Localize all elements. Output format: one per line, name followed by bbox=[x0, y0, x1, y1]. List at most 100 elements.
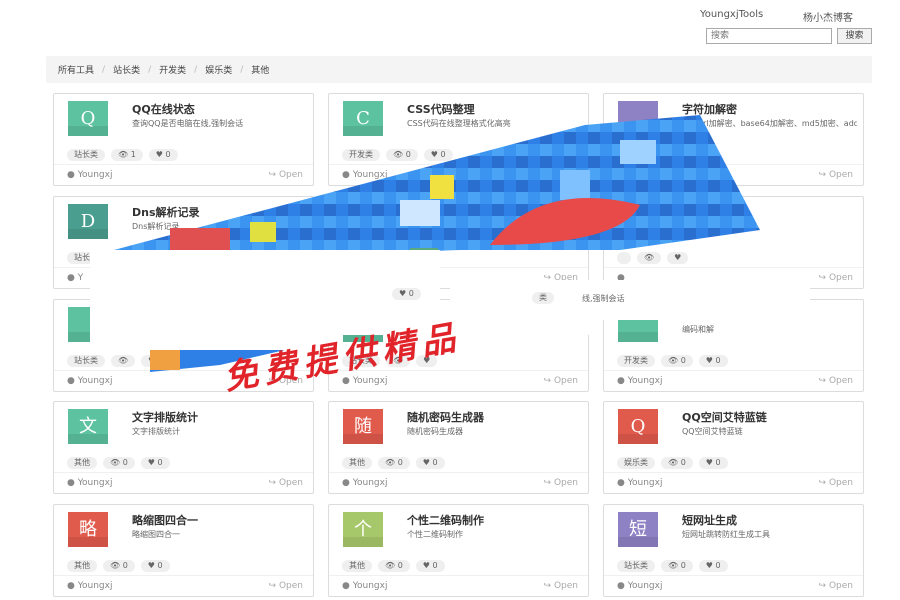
open-link[interactable]: ↪ Open bbox=[544, 376, 578, 386]
likes-pill[interactable]: ♥ 0 bbox=[698, 457, 728, 469]
category-badge[interactable]: 站长类 bbox=[67, 149, 105, 161]
category-badge[interactable]: 站长类 bbox=[342, 355, 380, 367]
tool-card[interactable]: Q QQ空间艾特蓝链 QQ空间艾特蓝链 娱乐类 👁 0 ♥ 0 ● Youngxj ↪ Ope… bbox=[603, 401, 864, 494]
likes-pill[interactable]: ♥ 0 bbox=[392, 252, 421, 264]
open-link[interactable]: ↪ Open bbox=[269, 170, 303, 180]
category-badge[interactable] bbox=[617, 149, 631, 161]
open-label: Open bbox=[278, 170, 303, 180]
tool-card[interactable]: 随随机密码生成器 随机密码生成器 其他 👁 0 ♥ 0 ● Youngxj ↪ Open bbox=[328, 401, 589, 494]
open-label: Open bbox=[553, 170, 578, 180]
tool-title[interactable]: CSS代码整理 bbox=[407, 101, 475, 117]
category-badge[interactable]: 站长类 bbox=[617, 560, 655, 572]
category-badge[interactable]: 站长类 bbox=[67, 355, 105, 367]
tool-title[interactable]: 个性二维码制作 bbox=[407, 512, 484, 528]
tool-card[interactable]: 👁 ♥ ● ↪ Open bbox=[603, 196, 864, 289]
nav-entertainment[interactable]: 娱乐类 bbox=[205, 63, 232, 76]
views-pill: 👁 bbox=[362, 252, 387, 264]
likes-pill[interactable]: ♥ 0 bbox=[667, 149, 696, 161]
tool-card[interactable]: C CSS代码整理 CSS代码在线整理格式化高亮 开发类 👁 0 ♥ 0 ● Youngxj… bbox=[328, 93, 589, 186]
category-badge[interactable]: 娱乐类 bbox=[617, 457, 655, 469]
tool-card[interactable]: Q QQ在线状态 查询QQ是否电脑在线,强制会话 站长类 👁 1 ♥ 0 ● Youngxj… bbox=[53, 93, 314, 186]
views-pill: 👁 bbox=[637, 149, 662, 161]
likes-pill[interactable]: ♥ 0 bbox=[698, 355, 728, 367]
open-link[interactable]: ↪ Open bbox=[819, 170, 853, 180]
category-badge[interactable] bbox=[342, 252, 356, 264]
author: ● Youngxj bbox=[67, 581, 112, 591]
tool-card[interactable]: 站长类 👁 ♥ ● Youngxj ↪ Open bbox=[328, 299, 589, 392]
tool-card[interactable]: 编码和解 开发类 👁 0 ♥ 0 ● Youngxj ↪ Open bbox=[603, 299, 864, 392]
tool-title[interactable]: QQ在线状态 bbox=[132, 101, 195, 117]
likes-pill[interactable]: ♥ 0 bbox=[415, 560, 445, 572]
category-badge[interactable]: 其他 bbox=[342, 560, 372, 572]
tool-title[interactable]: QQ空间艾特蓝链 bbox=[682, 409, 767, 425]
tool-title[interactable]: 随机密码生成器 bbox=[407, 409, 484, 425]
category-badge[interactable]: 站长类 bbox=[67, 252, 105, 264]
likes-pill[interactable]: ♥ bbox=[141, 355, 163, 367]
likes-pill[interactable]: ♥ 0 bbox=[140, 457, 170, 469]
category-badge[interactable]: 其他 bbox=[67, 560, 97, 572]
likes-pill[interactable]: ♥ bbox=[667, 252, 689, 264]
views-pill: 👁 0 bbox=[103, 560, 135, 572]
views-pill: 👁 bbox=[386, 355, 411, 367]
tool-title[interactable]: 短网址生成 bbox=[682, 512, 737, 528]
tool-title[interactable]: Dns解析记录 bbox=[132, 204, 200, 220]
likes-pill[interactable]: ♥ bbox=[141, 252, 163, 264]
tool-card[interactable]: 文文字排版统计 文字排版统计 其他 👁 0 ♥ 0 ● Youngxj ↪ Open bbox=[53, 401, 314, 494]
category-badge[interactable] bbox=[617, 252, 631, 264]
likes-pill[interactable]: ♥ 0 bbox=[698, 560, 728, 572]
likes-pill[interactable]: ♥ bbox=[416, 355, 438, 367]
open-link[interactable]: ↪ Open bbox=[269, 273, 303, 283]
open-link[interactable]: ↪ Open bbox=[269, 478, 303, 488]
open-link[interactable]: ↪ Open bbox=[544, 273, 578, 283]
tool-card[interactable]: D Dns解析记录 Dns解析记录 站长类 👁 ♥ ● Y ↪ Open bbox=[53, 196, 314, 289]
likes-pill[interactable]: ♥ 0 bbox=[423, 149, 453, 161]
tool-description: 短网址跳转防红生成工具 bbox=[682, 530, 770, 539]
tool-meta: 站长类 👁 ♥ bbox=[67, 355, 163, 367]
open-link[interactable]: ↪ Open bbox=[544, 478, 578, 488]
heart-icon: ♥ bbox=[430, 150, 441, 159]
tool-card[interactable]: 👁 ♥ 0 ● ↪ Open bbox=[328, 196, 589, 289]
search-input[interactable] bbox=[706, 28, 832, 44]
open-link[interactable]: ↪ Open bbox=[819, 581, 853, 591]
open-icon: ↪ bbox=[268, 170, 279, 180]
open-link[interactable]: ↪ Open bbox=[819, 273, 853, 283]
tool-tile-icon bbox=[618, 307, 658, 342]
category-badge[interactable]: 开发类 bbox=[342, 149, 380, 161]
nav-dev[interactable]: 开发类 bbox=[159, 63, 186, 76]
brand-link[interactable]: YoungxjTools bbox=[700, 9, 763, 20]
likes-pill[interactable]: ♥ 0 bbox=[140, 560, 170, 572]
open-link[interactable]: ↪ Open bbox=[269, 581, 303, 591]
author-name: Y bbox=[77, 273, 84, 283]
tool-title[interactable]: 略缩图四合一 bbox=[132, 512, 198, 528]
tool-card[interactable]: 个个性二维码制作 个性二维码制作 其他 👁 0 ♥ 0 ● Youngxj ↪ Open bbox=[328, 504, 589, 597]
author: ● Y bbox=[67, 273, 83, 283]
open-link[interactable]: ↪ Open bbox=[819, 478, 853, 488]
category-badge[interactable]: 开发类 bbox=[617, 355, 655, 367]
tool-title[interactable]: 文字排版统计 bbox=[132, 409, 198, 425]
likes-pill[interactable]: ♥ 0 bbox=[415, 457, 445, 469]
user-icon: ● bbox=[342, 170, 353, 180]
tool-card[interactable]: 略略缩图四合一 略缩图四合一 其他 👁 0 ♥ 0 ● Youngxj ↪ Open bbox=[53, 504, 314, 597]
search-button[interactable]: 搜索 bbox=[837, 28, 872, 44]
open-link[interactable]: ↪ Open bbox=[269, 376, 303, 386]
category-badge[interactable]: 其他 bbox=[67, 457, 97, 469]
nav-other[interactable]: 其他 bbox=[251, 63, 269, 76]
user-icon: ● bbox=[67, 581, 78, 591]
open-link[interactable]: ↪ Open bbox=[819, 376, 853, 386]
category-badge[interactable]: 其他 bbox=[342, 457, 372, 469]
tool-card[interactable]: 短短网址生成 短网址跳转防红生成工具 站长类 👁 0 ♥ 0 ● Youngxj ↪ Ope… bbox=[603, 504, 864, 597]
tool-meta: 其他 👁 0 ♥ 0 bbox=[67, 457, 170, 469]
likes-pill[interactable]: ♥ 0 bbox=[148, 149, 178, 161]
tool-card[interactable]: 编码和解 站长类 👁 ♥ ● Youngxj ↪ Open bbox=[53, 299, 314, 392]
tool-card[interactable]: 字符加解密 支持url加解密、base64加解密、md5加密、addsl 👁 ♥ 0… bbox=[603, 93, 864, 186]
open-icon: ↪ bbox=[543, 581, 554, 591]
open-link[interactable]: ↪ Open bbox=[544, 170, 578, 180]
tool-tile-icon bbox=[618, 101, 658, 136]
open-icon: ↪ bbox=[818, 170, 829, 180]
nav-webmaster[interactable]: 站长类 bbox=[113, 63, 140, 76]
open-icon: ↪ bbox=[818, 273, 829, 283]
open-link[interactable]: ↪ Open bbox=[544, 581, 578, 591]
tool-title[interactable]: 字符加解密 bbox=[682, 101, 737, 117]
blog-link[interactable]: 杨小杰博客 bbox=[803, 9, 853, 24]
nav-all[interactable]: 所有工具 bbox=[58, 63, 94, 76]
